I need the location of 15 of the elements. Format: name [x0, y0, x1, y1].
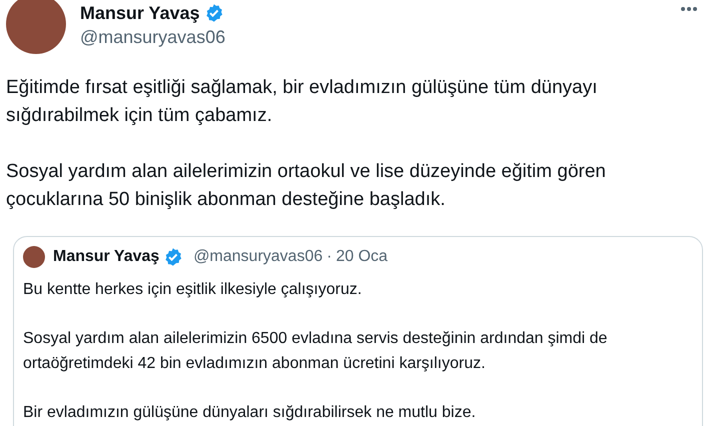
author-name[interactable]: Mansur Yavaş [80, 2, 200, 24]
tweet-date: 20 Oca [336, 247, 388, 267]
quoted-tweet-card[interactable] [13, 236, 703, 426]
more-options-icon[interactable] [680, 6, 698, 12]
quoted-tweet-text: Bu kentte herkes için eşitlik ilkesiyle çalışıyoruz. [23, 280, 363, 300]
author-handle[interactable]: @mansuryavas06 [80, 25, 226, 49]
avatar-placeholder [23, 246, 45, 268]
quoted-tweet-text: Bir evladımızın gülüşüne dünyaları sığdırabilirsek ne mutlu bize. [23, 403, 477, 423]
avatar-placeholder[interactable] [6, 0, 66, 54]
tweet-text: Sosyal yardım alan ailelerimizin ortaokul ve lise düzeyinde eğitim gören çocuklarına 50 binişlik abonman desteğine başladık. [6, 160, 607, 212]
author-name: Mansur Yavaş [53, 247, 160, 267]
quoted-tweet-text: Sosyal yardım alan ailelerimizin 6500 evladına servis desteğinin ardından şimdi de ortaöğretimdeki 42 bin evladımızın abonman ücretini karşılıyoruz. [23, 329, 608, 374]
tweet-text: Eğitimde fırsat eşitliği sağlamak, bir evladımızın gülüşüne tüm dünyayı sığdırabilmek için tüm çabamız. [6, 76, 598, 128]
author-handle: @mansuryavas06 [193, 247, 323, 267]
separator: · [326, 247, 332, 267]
